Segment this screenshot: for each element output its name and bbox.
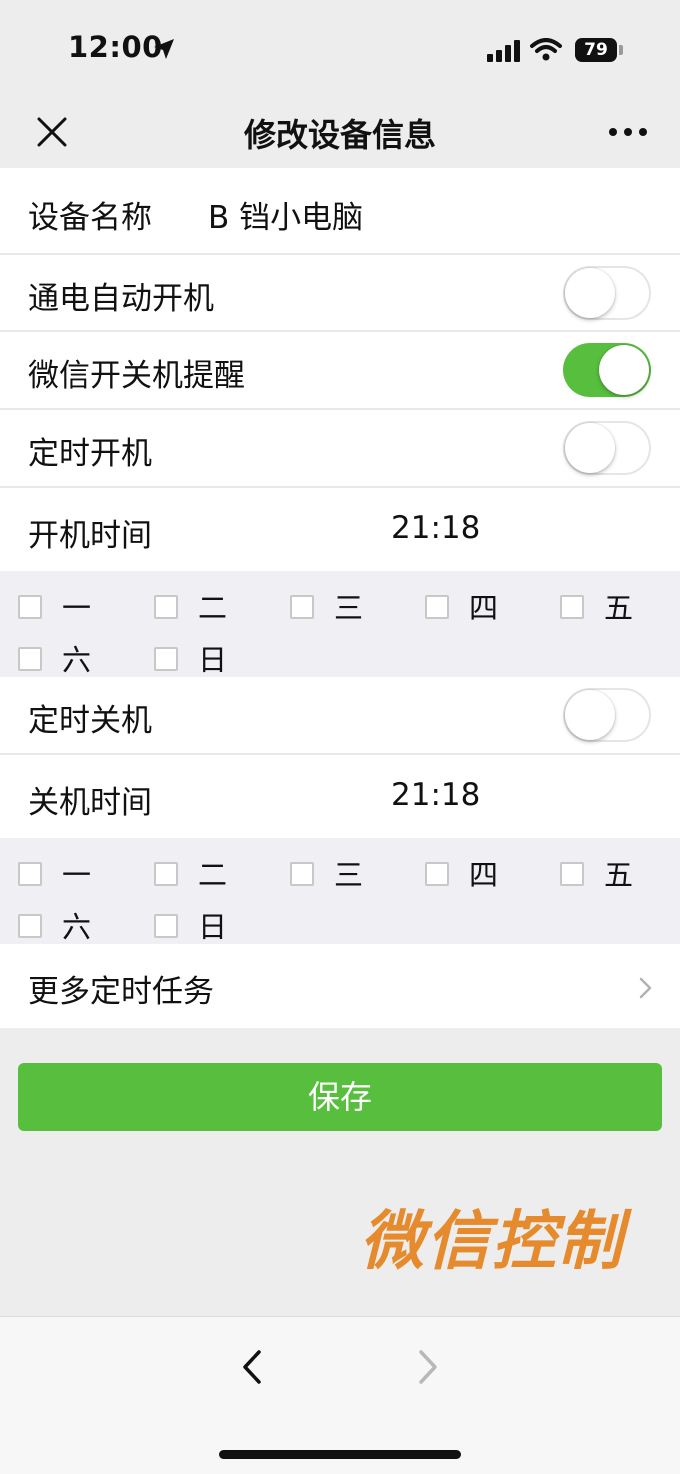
auto-power-on-toggle[interactable] xyxy=(563,266,651,320)
device-name-value[interactable]: B 铛小电脑 xyxy=(208,192,363,237)
home-indicator xyxy=(219,1450,461,1459)
status-time: 12:00 xyxy=(68,30,163,64)
on-time-row[interactable]: 开机时间 21:18 xyxy=(0,488,680,571)
device-name-row[interactable]: 设备名称 B 铛小电脑 xyxy=(0,168,680,254)
toggle-knob xyxy=(565,423,615,473)
on-time-value[interactable]: 21:18 xyxy=(391,510,480,546)
forward-arrow-icon[interactable] xyxy=(416,1347,440,1387)
day-label: 五 xyxy=(604,858,634,892)
day-label: 日 xyxy=(198,643,228,677)
checkbox[interactable] xyxy=(18,595,42,619)
device-name-label: 设备名称 xyxy=(28,200,152,236)
wechat-notify-row: 微信开关机提醒 xyxy=(0,332,680,408)
chevron-right-icon xyxy=(639,977,652,999)
timed-on-label: 定时开机 xyxy=(28,436,152,472)
checkbox[interactable] xyxy=(425,595,449,619)
checkbox[interactable] xyxy=(560,595,584,619)
location-arrow-icon xyxy=(154,39,174,59)
checkbox[interactable] xyxy=(425,862,449,886)
day-label: 五 xyxy=(604,591,634,625)
checkbox[interactable] xyxy=(18,862,42,886)
day-label: 六 xyxy=(62,643,92,677)
toggle-knob xyxy=(565,690,615,740)
timed-off-row: 定时关机 xyxy=(0,677,680,753)
checkbox[interactable] xyxy=(18,647,42,671)
auto-power-on-label: 通电自动开机 xyxy=(28,281,214,317)
off-time-value[interactable]: 21:18 xyxy=(391,777,480,813)
day-label: 一 xyxy=(62,858,92,892)
checkbox[interactable] xyxy=(290,595,314,619)
battery-indicator: 79 xyxy=(575,38,617,62)
off-time-row[interactable]: 关机时间 21:18 xyxy=(0,755,680,838)
toggle-knob xyxy=(599,345,649,395)
toggle-knob xyxy=(565,268,615,318)
day-label: 四 xyxy=(469,858,499,892)
save-button[interactable]: 保存 xyxy=(18,1063,662,1131)
status-bar: 12:00 79 xyxy=(0,0,680,100)
bottom-toolbar xyxy=(0,1316,680,1474)
more-tasks-label: 更多定时任务 xyxy=(28,974,214,1010)
day-label: 二 xyxy=(198,858,228,892)
day-label: 四 xyxy=(469,591,499,625)
day-label: 二 xyxy=(198,591,228,625)
auto-power-on-row: 通电自动开机 xyxy=(0,255,680,330)
timed-off-label: 定时关机 xyxy=(28,703,152,739)
day-label: 六 xyxy=(62,910,92,944)
checkbox[interactable] xyxy=(154,862,178,886)
timed-on-row: 定时开机 xyxy=(0,410,680,486)
wifi-icon xyxy=(530,38,562,61)
off-weekday-panel: 一 二 三 四 五 六 日 xyxy=(0,838,680,944)
day-label: 一 xyxy=(62,591,92,625)
more-icon[interactable] xyxy=(608,120,648,144)
day-label: 三 xyxy=(334,858,364,892)
checkbox[interactable] xyxy=(154,595,178,619)
day-label: 三 xyxy=(334,591,364,625)
nav-bar: 修改设备信息 xyxy=(0,100,680,168)
day-label: 日 xyxy=(198,910,228,944)
wechat-notify-toggle[interactable] xyxy=(563,343,651,397)
on-weekday-panel: 一 二 三 四 五 六 日 xyxy=(0,571,680,677)
off-time-label: 关机时间 xyxy=(28,785,152,821)
signal-icon xyxy=(487,40,520,62)
checkbox[interactable] xyxy=(154,914,178,938)
wechat-notify-label: 微信开关机提醒 xyxy=(28,358,245,394)
watermark: 微信控制 xyxy=(360,1205,624,1279)
checkbox[interactable] xyxy=(560,862,584,886)
on-time-label: 开机时间 xyxy=(28,518,152,554)
more-tasks-row[interactable]: 更多定时任务 xyxy=(0,944,680,1028)
back-arrow-icon[interactable] xyxy=(240,1347,264,1387)
timed-on-toggle[interactable] xyxy=(563,421,651,475)
checkbox[interactable] xyxy=(154,647,178,671)
timed-off-toggle[interactable] xyxy=(563,688,651,742)
checkbox[interactable] xyxy=(18,914,42,938)
battery-tip xyxy=(619,45,623,55)
page-title: 修改设备信息 xyxy=(243,116,436,154)
checkbox[interactable] xyxy=(290,862,314,886)
